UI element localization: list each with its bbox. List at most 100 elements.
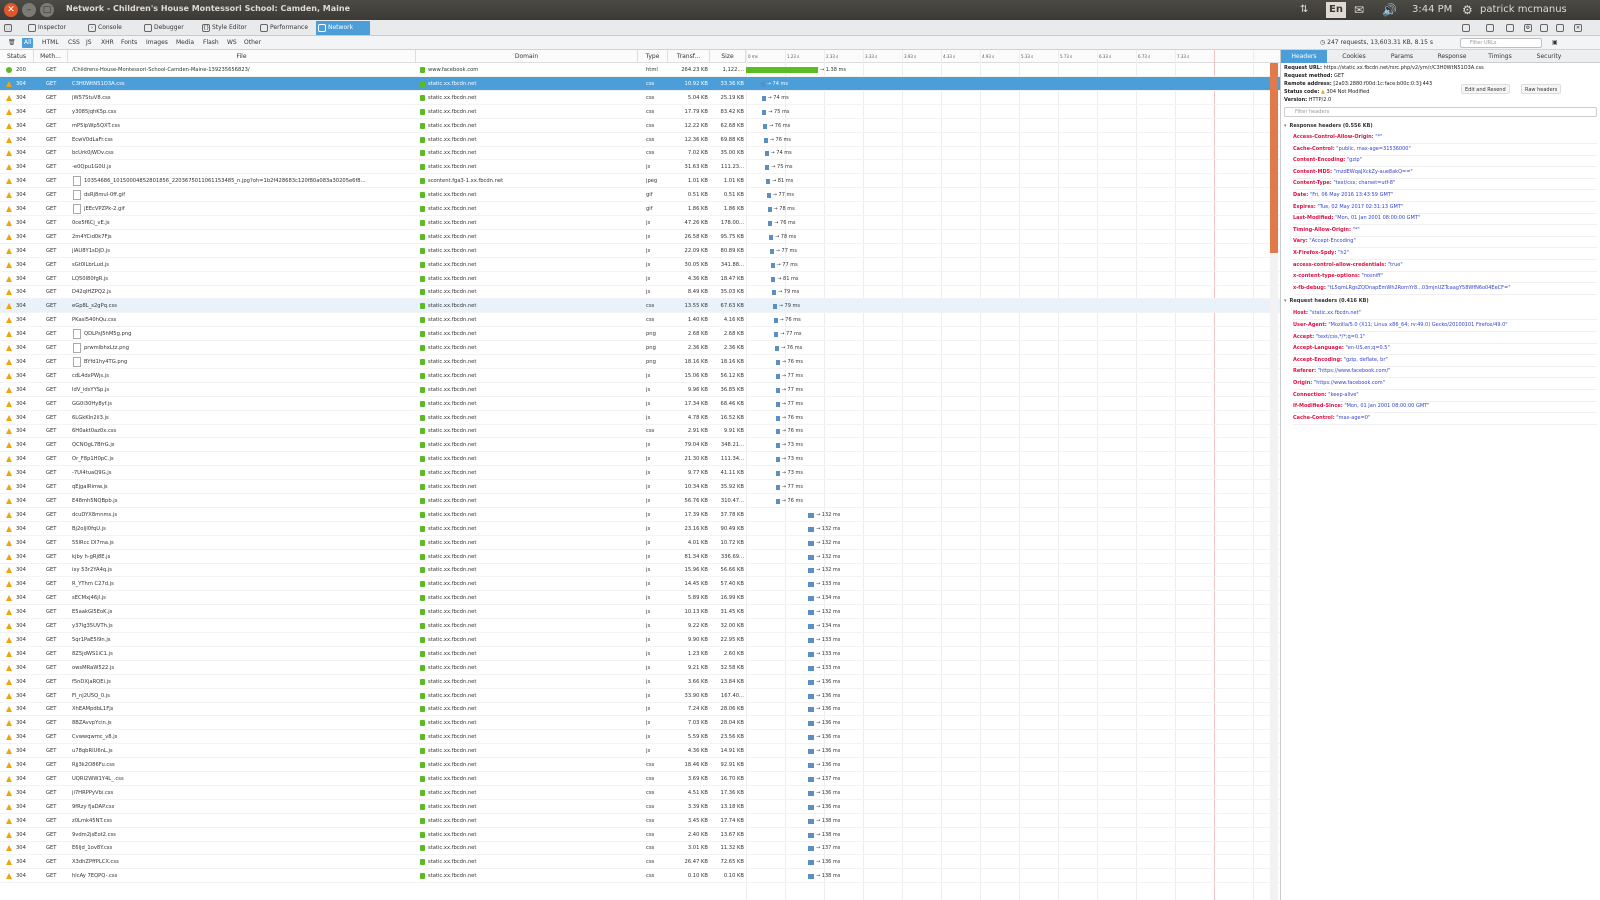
col-method[interactable]: Meth... (34, 50, 68, 63)
request-row[interactable]: 304 GET hlcAy 7EQPQ-.css static.xx.fbcdn.ne… (0, 869, 1295, 884)
request-row[interactable]: 304 GET sGt0lLbrLud.js static.xx.fbcdn.net j… (0, 258, 1295, 272)
request-row[interactable]: 304 GET -7Ul4tuaQ9G.js static.xx.fbcdn.net j… (0, 466, 1295, 481)
filter-flash[interactable]: Flash (201, 38, 221, 48)
request-row[interactable]: 304 GET y37Ig35UVTh.js static.xx.fbcdn.net j… (0, 619, 1295, 633)
request-row[interactable]: 304 GET R_YThm C27d.js static.xx.fbcdn.net j… (0, 577, 1295, 592)
filter-headers-input[interactable]: Filter headers (1284, 107, 1597, 117)
clock[interactable]: 3:44 PM (1412, 2, 1452, 18)
request-row[interactable]: 304 GET prwmlbhxLtz.png static.xx.fbcdn.net… (0, 341, 1295, 355)
request-row[interactable]: 304 GET X3dhZPffPLCX.css static.xx.fbcdn.ne… (0, 855, 1295, 870)
request-row[interactable]: 304 GET qEjgalRimw.js static.xx.fbcdn.net js… (0, 480, 1295, 494)
request-row[interactable]: 304 GET bcUrk0jWDv.css static.xx.fbcdn.net c… (0, 146, 1295, 161)
request-row[interactable]: 304 GET eGp8L_s2gPq.css static.xx.fbcdn.net… (0, 299, 1295, 314)
request-row[interactable]: 304 GET 6LGkKIn2il3.js static.xx.fbcdn.net j… (0, 411, 1295, 425)
header-row[interactable]: Content-MD5: "mzdEWqaJXckZy-aue8akQ==" (1293, 167, 1597, 179)
request-row[interactable]: 304 GET GG0i30Hy8yf.js static.xx.fbcdn.net j… (0, 397, 1295, 411)
filter-ws[interactable]: WS (225, 38, 239, 48)
raw-headers-button[interactable]: Raw headers (1521, 84, 1562, 94)
header-row[interactable]: Vary: "Accept-Encoding" (1293, 236, 1597, 249)
tab-timings[interactable]: Timings (1479, 50, 1521, 63)
minimize-window-button[interactable]: – (22, 3, 36, 17)
request-row[interactable]: 304 GET E5aakGl5EoK.js static.xx.fbcdn.net j… (0, 605, 1295, 620)
request-row[interactable]: 304 GET 8BZAvvpYcin.js static.xx.fbcdn.net j… (0, 716, 1295, 731)
request-row[interactable]: 304 GET XhEAMpdbL1Fjs static.xx.fbcdn.net js… (0, 702, 1295, 717)
header-row[interactable]: X-Firefox-Spdy: "h2" (1293, 248, 1597, 260)
request-row[interactable]: 304 GET jlAU8Y1sDjD.js static.xx.fbcdn.net j… (0, 244, 1295, 258)
toggle-sidebar-icon[interactable]: ▣ (1550, 38, 1560, 48)
request-row[interactable]: 304 GET E48mh5NQBpb.js static.xx.fbcdn.net j… (0, 494, 1295, 508)
filter-images[interactable]: Images (144, 38, 170, 48)
request-row[interactable]: 304 GET sECMxj46jl.js static.xx.fbcdn.net js… (0, 591, 1295, 606)
maximize-window-button[interactable]: □ (40, 3, 54, 17)
col-size[interactable]: Size (710, 50, 746, 63)
request-row[interactable]: 304 GET jEEcVPZPk-2.gif static.xx.fbcdn.net… (0, 202, 1295, 216)
tab-network[interactable]: Network (316, 21, 370, 35)
request-row[interactable]: 304 GET 0ce5f6Cj_vE.js static.xx.fbcdn.net j… (0, 216, 1295, 230)
request-row[interactable]: 304 GET owsMRaW522.js static.xx.fbcdn.net js… (0, 661, 1295, 675)
tab-performance[interactable]: Performance (258, 21, 314, 35)
request-row[interactable]: 304 GET Rjj3k2O86Fu.css static.xx.fbcdn.net… (0, 758, 1295, 772)
header-row[interactable]: Date: "Fri, 06 May 2016 13:43:59 GMT" (1293, 190, 1597, 202)
header-row[interactable]: User-Agent: "Mozilla/5.0 (X11; Linux x86… (1293, 320, 1597, 332)
filter-media[interactable]: Media (174, 38, 196, 48)
request-row[interactable]: 304 GET Bj2oljl0fqU.js static.xx.fbcdn.net j… (0, 522, 1295, 536)
gear-icon[interactable]: ⚙ (1462, 2, 1473, 18)
tab-security[interactable]: Security (1527, 50, 1571, 63)
user-name[interactable]: patrick mcmanus (1480, 2, 1567, 18)
screenshot-icon[interactable] (1506, 21, 1516, 35)
responsive-mode-icon[interactable] (1486, 21, 1496, 35)
header-row[interactable]: If-Modified-Since: "Mon, 01 Jan 2001 08:… (1293, 401, 1597, 414)
tab-response[interactable]: Response (1429, 50, 1475, 63)
request-row[interactable]: 304 GET LQ50l80fgR.js static.xx.fbcdn.net js… (0, 272, 1295, 286)
header-row[interactable]: Expires: "Tue, 02 May 2017 02:31:13 GMT" (1293, 202, 1597, 214)
request-row[interactable]: 304 GET dcuDYX8mnms.js static.xx.fbcdn.net j… (0, 508, 1295, 522)
keyboard-language-indicator[interactable]: En (1326, 2, 1346, 18)
request-row[interactable]: 304 GET ji7HRPPyVbi.css static.xx.fbcdn.net… (0, 786, 1295, 800)
request-headers-section[interactable]: Request headers (0.416 KB) (1284, 296, 1369, 306)
network-arrows-icon[interactable]: ⇅ (1300, 2, 1308, 18)
undock-icon[interactable] (1556, 21, 1566, 35)
col-status[interactable]: Status (0, 50, 34, 63)
header-row[interactable]: Content-Encoding: "gzip" (1293, 155, 1597, 168)
filter-html[interactable]: HTML (40, 38, 61, 48)
filter-xhr[interactable]: XHR (99, 38, 116, 48)
header-row[interactable]: Host: "static.xx.fbcdn.net" (1293, 308, 1597, 321)
request-row[interactable]: 304 GET Fl_nj2U5Q_0.js static.xx.fbcdn.net j… (0, 689, 1295, 703)
header-row[interactable]: Referer: "https://www.facebook.com/" (1293, 366, 1597, 379)
split-console-icon[interactable] (1462, 21, 1472, 35)
request-row[interactable]: 304 GET QCNOgL7BfrG.js static.xx.fbcdn.net j… (0, 438, 1295, 453)
request-row[interactable]: 304 GET u78qbRlU6nL.js static.xx.fbcdn.net j… (0, 744, 1295, 759)
header-row[interactable]: access-control-allow-credentials: "true" (1293, 260, 1597, 272)
volume-icon[interactable]: 🔊 (1382, 2, 1397, 18)
tab-style-editor[interactable]: {} Style Editor (200, 21, 252, 35)
header-row[interactable]: x-fb-debug: "tL5qmLRgsZQDnapEmWh2RomYr8.… (1293, 283, 1597, 295)
dock-side-icon[interactable] (1540, 21, 1550, 35)
tab-debugger[interactable]: Debugger (142, 21, 192, 35)
request-row[interactable]: 304 GET 2m4YCid0k7Fjs static.xx.fbcdn.net js… (0, 230, 1295, 244)
filter-fonts[interactable]: Fonts (119, 38, 139, 48)
header-row[interactable]: Accept-Language: "en-US,en;q=0.5" (1293, 343, 1597, 356)
header-row[interactable]: Content-Type: "text/css; charset=utf-8" (1293, 178, 1597, 191)
request-row[interactable]: 304 GET UQRl2WW1Y4L_.css static.xx.fbcdn.ne… (0, 772, 1295, 786)
header-row[interactable]: Accept-Encoding: "gzip, deflate, br" (1293, 355, 1597, 367)
header-row[interactable]: Timing-Allow-Origin: "*" (1293, 225, 1597, 237)
request-row[interactable]: 304 GET Cvwwqwmc_v8.js static.xx.fbcdn.net j… (0, 730, 1295, 745)
request-row[interactable]: 304 GET dsRj8mul-0ff.gif static.xx.fbcdn.ne… (0, 188, 1295, 203)
col-file[interactable]: File (68, 50, 416, 63)
filter-css[interactable]: CSS (66, 38, 82, 48)
request-row[interactable]: 304 GET jW57StuV8.css static.xx.fbcdn.net cs… (0, 91, 1295, 105)
request-row[interactable]: 304 GET 8Z5jdWS1iC1.js static.xx.fbcdn.net j… (0, 647, 1295, 661)
request-row[interactable]: 304 GET C3H0WtN51O3A.css static.xx.fbcdn.ne… (0, 76, 1295, 91)
request-row[interactable]: 304 GET 5qr1PaE5l9n.js static.xx.fbcdn.net j… (0, 633, 1295, 647)
pick-element-icon[interactable]: ⬚ (2, 21, 14, 35)
filter-urls-input[interactable]: Filter URLs (1460, 38, 1542, 48)
request-row[interactable]: 304 GET y3085jqhK5p.css static.xx.fbcdn.net… (0, 105, 1295, 119)
header-row[interactable]: Cache-Control: "public, max-age=31536000… (1293, 144, 1597, 156)
request-row[interactable]: 304 GET cdL4dxPWjs.js static.xx.fbcdn.net js… (0, 369, 1295, 383)
mail-icon[interactable]: ✉ (1354, 2, 1364, 18)
tab-cookies[interactable]: Cookies (1333, 50, 1375, 63)
header-row[interactable]: Cache-Control: "max-age=0" (1293, 413, 1597, 425)
request-row[interactable]: 304 GET 9fRzy fjaDAP.css static.xx.fbcdn.ne… (0, 800, 1295, 814)
request-row[interactable]: 304 GET EcwV0dLaFr.css static.xx.fbcdn.net c… (0, 133, 1295, 147)
request-row[interactable]: 304 GET BYfd1hy4TG.png static.xx.fbcdn.net p… (0, 355, 1295, 369)
